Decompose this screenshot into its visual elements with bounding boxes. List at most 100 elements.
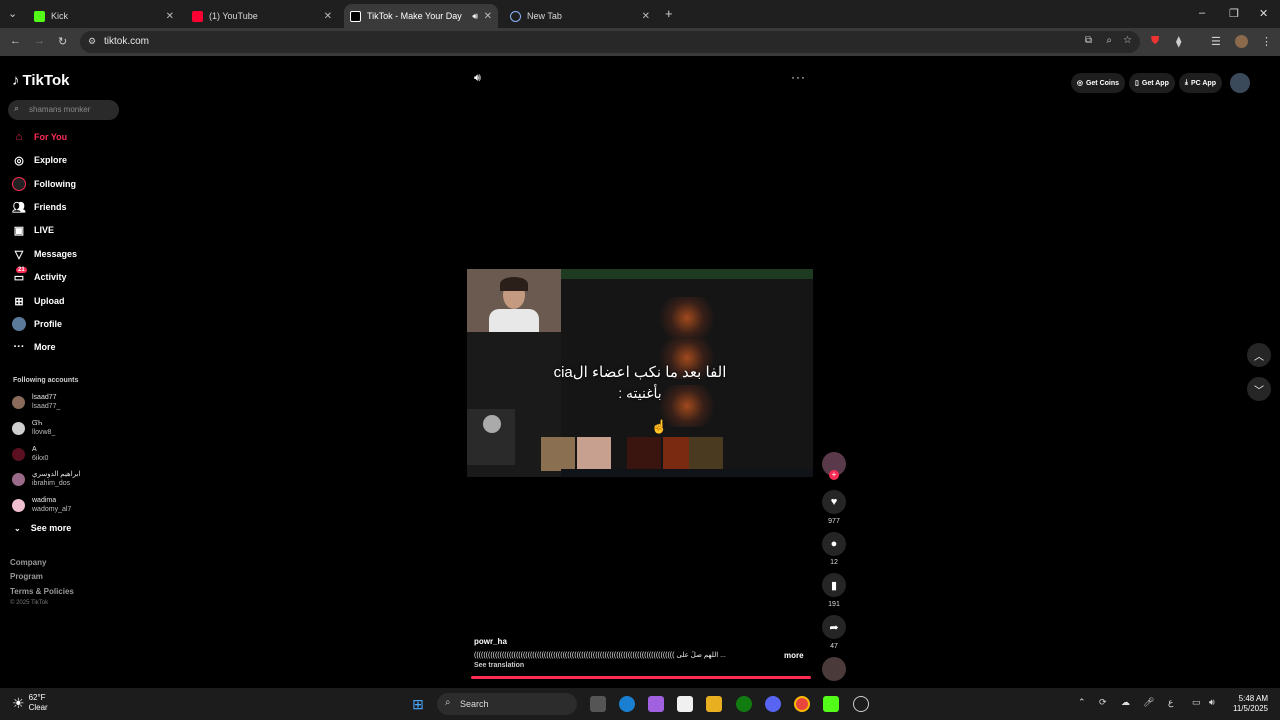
search-input[interactable]: ⌕ shamans monker	[8, 100, 119, 120]
xbox-icon[interactable]	[736, 696, 752, 712]
install-app-icon[interactable]: ⧉	[1085, 35, 1092, 46]
windows-start-icon[interactable]: ⊞	[410, 696, 426, 712]
video-progress-bar[interactable]	[471, 676, 811, 679]
forward-button[interactable]: →	[34, 35, 45, 47]
app-icon[interactable]	[823, 696, 839, 712]
show-hidden-icons[interactable]: ⌃	[1078, 697, 1086, 708]
volume-icon[interactable]: 🔊︎	[474, 72, 481, 85]
top-actions: ◎ Get Coins ▯ Get App ⤓ PC App	[1070, 73, 1250, 93]
reload-button[interactable]: ↻	[58, 35, 67, 48]
network-icon[interactable]: ▭	[1192, 697, 1201, 708]
get-coins-button[interactable]: ◎ Get Coins	[1070, 73, 1126, 93]
video-taskbar	[561, 469, 813, 477]
sidebar-item-more[interactable]: ··· More	[12, 338, 56, 356]
close-icon[interactable]: ✕	[166, 11, 174, 22]
footer-link-program[interactable]: Program	[10, 572, 43, 581]
audio-playing-icon[interactable]: 🔊︎	[472, 11, 478, 22]
previous-video-button[interactable]: ︿	[1247, 343, 1271, 367]
sidebar-item-friends[interactable]: 👥︎ Friends	[12, 198, 67, 216]
share-icon: ➦	[829, 621, 839, 634]
mic-icon[interactable]: 🎤︎	[1143, 697, 1154, 708]
account-item[interactable]: wadima wadomy_al7	[12, 496, 71, 514]
copilot-icon[interactable]	[648, 696, 664, 712]
pc-app-button[interactable]: ⤓ PC App	[1178, 73, 1222, 93]
compass-icon: ◎	[14, 154, 24, 167]
tab-tiktok[interactable]: TikTok - Make Your Day 🔊︎ ✕	[344, 4, 498, 28]
sidebar-item-profile[interactable]: Profile	[12, 315, 62, 333]
window-close-button[interactable]: ✕	[1259, 7, 1268, 20]
tab-youtube[interactable]: (1) YouTube ✕	[186, 4, 338, 28]
get-app-button[interactable]: ▯ Get App	[1129, 73, 1175, 93]
taskbar-search[interactable]: ⌕ Search	[437, 693, 577, 715]
webcam-overlay-2	[467, 409, 515, 465]
browser-profile-avatar[interactable]	[1235, 35, 1248, 48]
language-icon[interactable]: ع	[1168, 697, 1173, 708]
clock[interactable]: 5:48 AM 11/5/2025	[1228, 694, 1268, 714]
comment-button[interactable]: ●	[822, 532, 846, 556]
tiktok-logo[interactable]: ♪ TikTok	[12, 72, 69, 89]
zoom-icon[interactable]: ⌕	[1106, 35, 1112, 46]
footer-link-company[interactable]: Company	[10, 558, 46, 567]
sidebar-item-for-you[interactable]: ⌂ For You	[12, 128, 68, 146]
speaker-icon[interactable]: 🔊︎	[1209, 697, 1215, 708]
close-icon[interactable]: ✕	[642, 11, 650, 22]
minimize-button[interactable]: –	[1199, 7, 1205, 19]
sidebar-item-messages[interactable]: ▽ Messages	[12, 245, 77, 263]
store-icon[interactable]	[677, 696, 693, 712]
account-item[interactable]: ᏳᏂ llovw8_	[12, 419, 55, 437]
sync-icon[interactable]: ⟳	[1099, 697, 1107, 708]
tab-kick[interactable]: Kick ✕	[28, 4, 180, 28]
close-icon[interactable]: ✕	[324, 11, 332, 22]
file-explorer-icon[interactable]	[706, 696, 722, 712]
see-translation-link[interactable]: See translation	[474, 662, 524, 669]
app-icon-2[interactable]	[853, 696, 869, 712]
tab-new-tab[interactable]: New Tab ✕	[504, 4, 656, 28]
sidebar-item-following[interactable]: Following	[12, 175, 76, 193]
button-label: PC App	[1190, 79, 1216, 87]
comment-count: 12	[830, 559, 838, 566]
browser-menu-icon[interactable]: ⋮	[1261, 35, 1272, 48]
video-player[interactable]: الفا بعد ما نكب اعضاء الcia بأغنيته : ☝	[467, 269, 813, 477]
reading-list-icon[interactable]: ☰	[1211, 35, 1221, 48]
extension-ublock-icon[interactable]: ⛊	[1151, 35, 1159, 48]
footer-link-terms[interactable]: Terms & Policies	[10, 587, 74, 596]
sidebar-item-activity[interactable]: ▭ 21 Activity	[12, 267, 67, 286]
discord-icon[interactable]	[765, 696, 781, 712]
sidebar-item-upload[interactable]: ⊞ Upload	[12, 292, 64, 310]
extensions-icon[interactable]: ⧫	[1176, 35, 1181, 48]
task-view-icon[interactable]	[590, 696, 606, 712]
music-disc[interactable]	[822, 657, 846, 681]
bookmark-star-icon[interactable]: ☆	[1123, 35, 1132, 46]
like-button[interactable]: ♥	[822, 490, 846, 514]
new-tab-button[interactable]: +	[665, 6, 673, 21]
close-icon[interactable]: ✕	[484, 11, 492, 22]
account-item[interactable]: lsaad77 lsaad77_	[12, 393, 60, 411]
sidebar-item-live[interactable]: ▣ LIVE	[12, 221, 54, 239]
share-button[interactable]: ➦	[822, 615, 846, 639]
search-placeholder: shamans monker	[29, 105, 91, 114]
chrome-icon[interactable]	[794, 696, 810, 712]
chevron-down-icon: ⌄	[14, 523, 21, 533]
sidebar-item-explore[interactable]: ◎ Explore	[12, 151, 67, 169]
video-thumbnail	[541, 437, 575, 471]
restore-button[interactable]: ❐	[1229, 7, 1239, 20]
weather-widget[interactable]: ☀ 62°F Clear	[12, 693, 48, 713]
account-item[interactable]: ابراهيم الدوسري ibrahim_dos	[12, 470, 80, 488]
back-button[interactable]: ←	[10, 35, 21, 47]
site-info-icon[interactable]: ⚙	[88, 36, 96, 47]
more-button[interactable]: more	[784, 651, 804, 660]
address-bar[interactable]: ⚙ tiktok.com ⧉ ⌕ ☆	[80, 31, 1140, 53]
account-item[interactable]: A 6ikx0	[12, 445, 48, 463]
tab-search-icon[interactable]: ⌄	[8, 7, 17, 20]
follow-plus-icon[interactable]: +	[829, 470, 839, 480]
edge-icon[interactable]	[619, 696, 635, 712]
see-more-button[interactable]: ⌄ See more	[14, 523, 71, 533]
copyright: © 2025 TikTok	[10, 600, 49, 606]
save-button[interactable]: ▮	[822, 573, 846, 597]
next-video-button[interactable]: ﹀	[1247, 377, 1271, 401]
more-options-icon[interactable]: ···	[791, 70, 806, 84]
cursor-icon: ☝	[651, 419, 668, 434]
video-author[interactable]: powr_ha	[474, 637, 507, 646]
cloud-icon[interactable]: ☁	[1121, 697, 1130, 708]
profile-avatar[interactable]	[1230, 73, 1250, 93]
